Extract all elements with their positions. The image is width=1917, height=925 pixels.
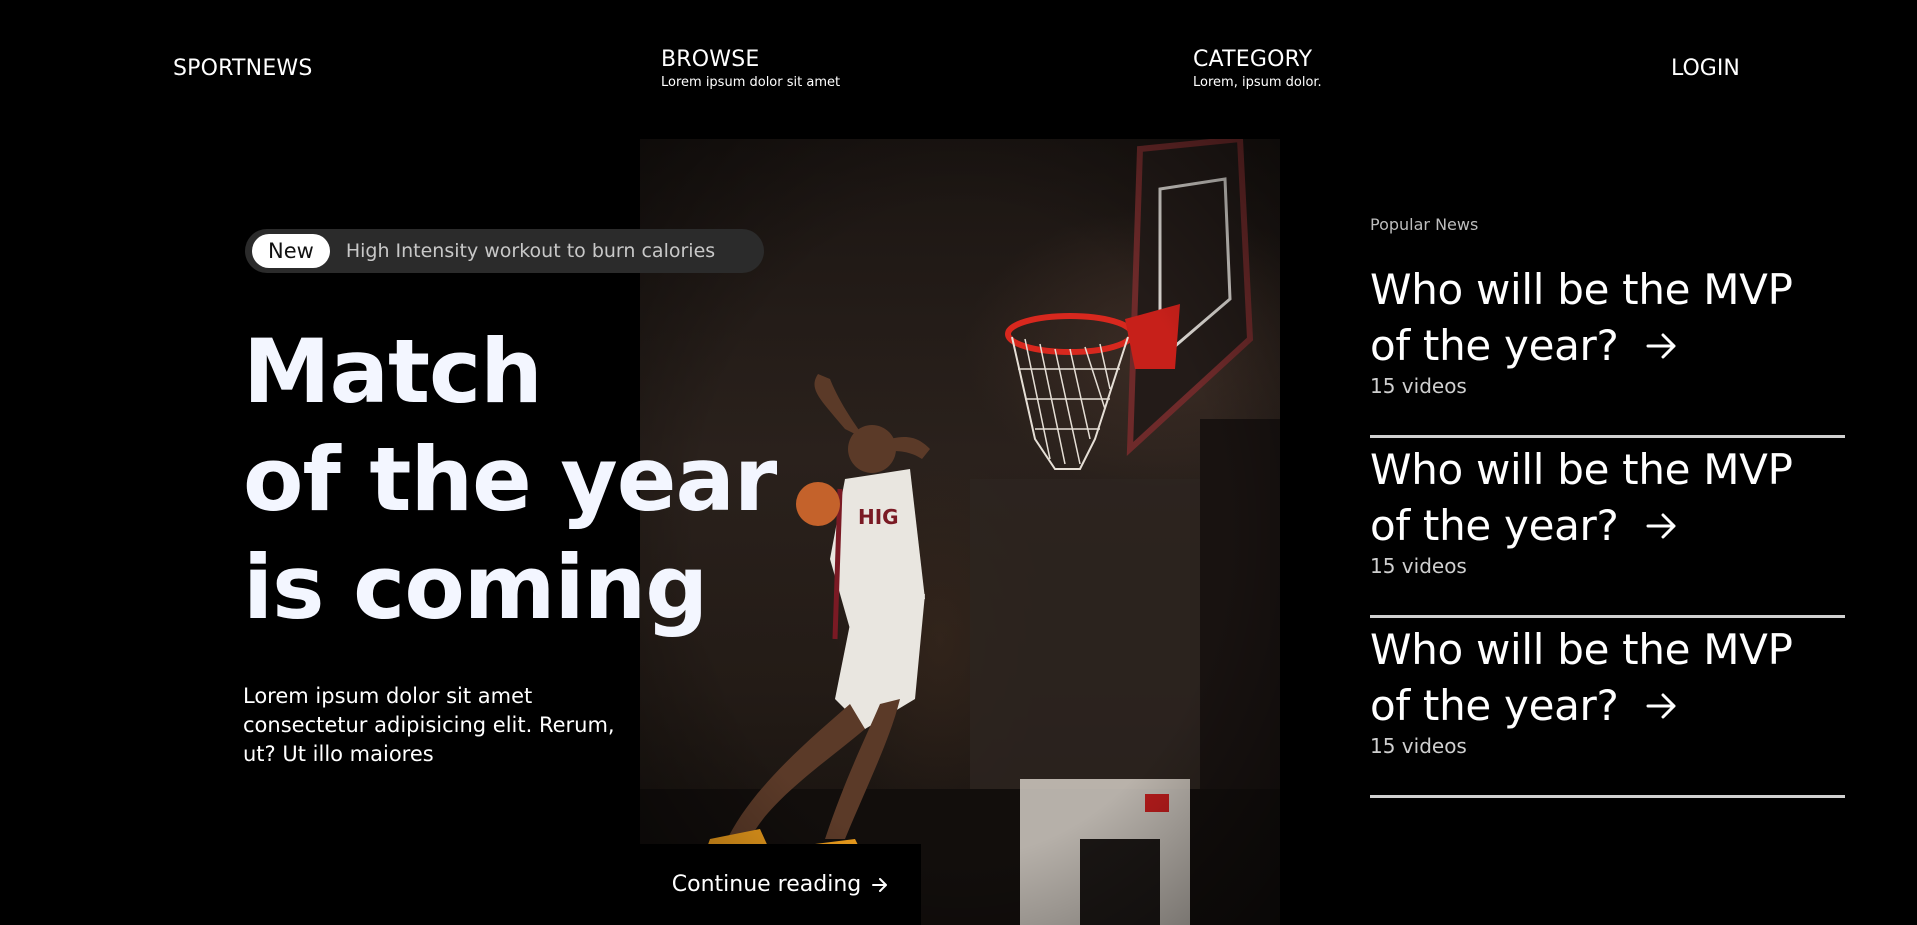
- nav-category-title: CATEGORY: [1193, 47, 1313, 72]
- popular-news-label: Popular News: [1370, 215, 1479, 234]
- nav-browse[interactable]: BROWSE Lorem ipsum dolor sit amet: [661, 48, 840, 92]
- arrow-right-icon: [872, 877, 888, 892]
- arrow-right-icon: [1646, 513, 1676, 539]
- arrow-right-icon: [1646, 333, 1676, 359]
- announcement-text: High Intensity workout to burn calories: [345, 240, 716, 262]
- headline-line-2: of the year: [243, 428, 777, 531]
- popular-news-list: Who will be the MVP of the year? 15 vide…: [1370, 258, 1845, 798]
- site-logo[interactable]: SPORTNEWS: [173, 56, 313, 81]
- news-video-count: 15 videos: [1370, 734, 1467, 758]
- nav-browse-title: BROWSE: [661, 47, 760, 72]
- headline-line-3: is coming: [243, 536, 708, 639]
- nav-browse-subtitle: Lorem ipsum dolor sit amet: [661, 75, 841, 90]
- news-video-count: 15 videos: [1370, 374, 1467, 398]
- news-video-count: 15 videos: [1370, 554, 1467, 578]
- hero-lead-text: Lorem ipsum dolor sit amet consectetur a…: [243, 684, 615, 766]
- continue-reading-button[interactable]: Continue reading: [640, 844, 921, 925]
- news-item-2[interactable]: Who will be the MVP of the year? 15 vide…: [1370, 438, 1845, 618]
- arrow-right-icon: [1646, 693, 1676, 719]
- continue-reading-label: Continue reading: [671, 872, 862, 897]
- hero-headline: Match of the year is coming: [243, 318, 777, 642]
- news-title: Who will be the MVP of the year?: [1370, 445, 1793, 550]
- nav-category[interactable]: CATEGORY Lorem, ipsum dolor.: [1193, 48, 1322, 92]
- news-item-3[interactable]: Who will be the MVP of the year? 15 vide…: [1370, 618, 1845, 798]
- login-link[interactable]: LOGIN: [1671, 56, 1740, 81]
- headline-line-1: Match: [243, 320, 543, 423]
- announcement-pill[interactable]: New High Intensity workout to burn calor…: [245, 229, 764, 273]
- news-item-1[interactable]: Who will be the MVP of the year? 15 vide…: [1370, 258, 1845, 438]
- nav-category-subtitle: Lorem, ipsum dolor.: [1193, 75, 1322, 90]
- page: SPORTNEWS BROWSE Lorem ipsum dolor sit a…: [0, 0, 1917, 925]
- new-badge: New: [252, 234, 330, 268]
- news-title: Who will be the MVP of the year?: [1370, 265, 1793, 370]
- news-title: Who will be the MVP of the year?: [1370, 625, 1793, 730]
